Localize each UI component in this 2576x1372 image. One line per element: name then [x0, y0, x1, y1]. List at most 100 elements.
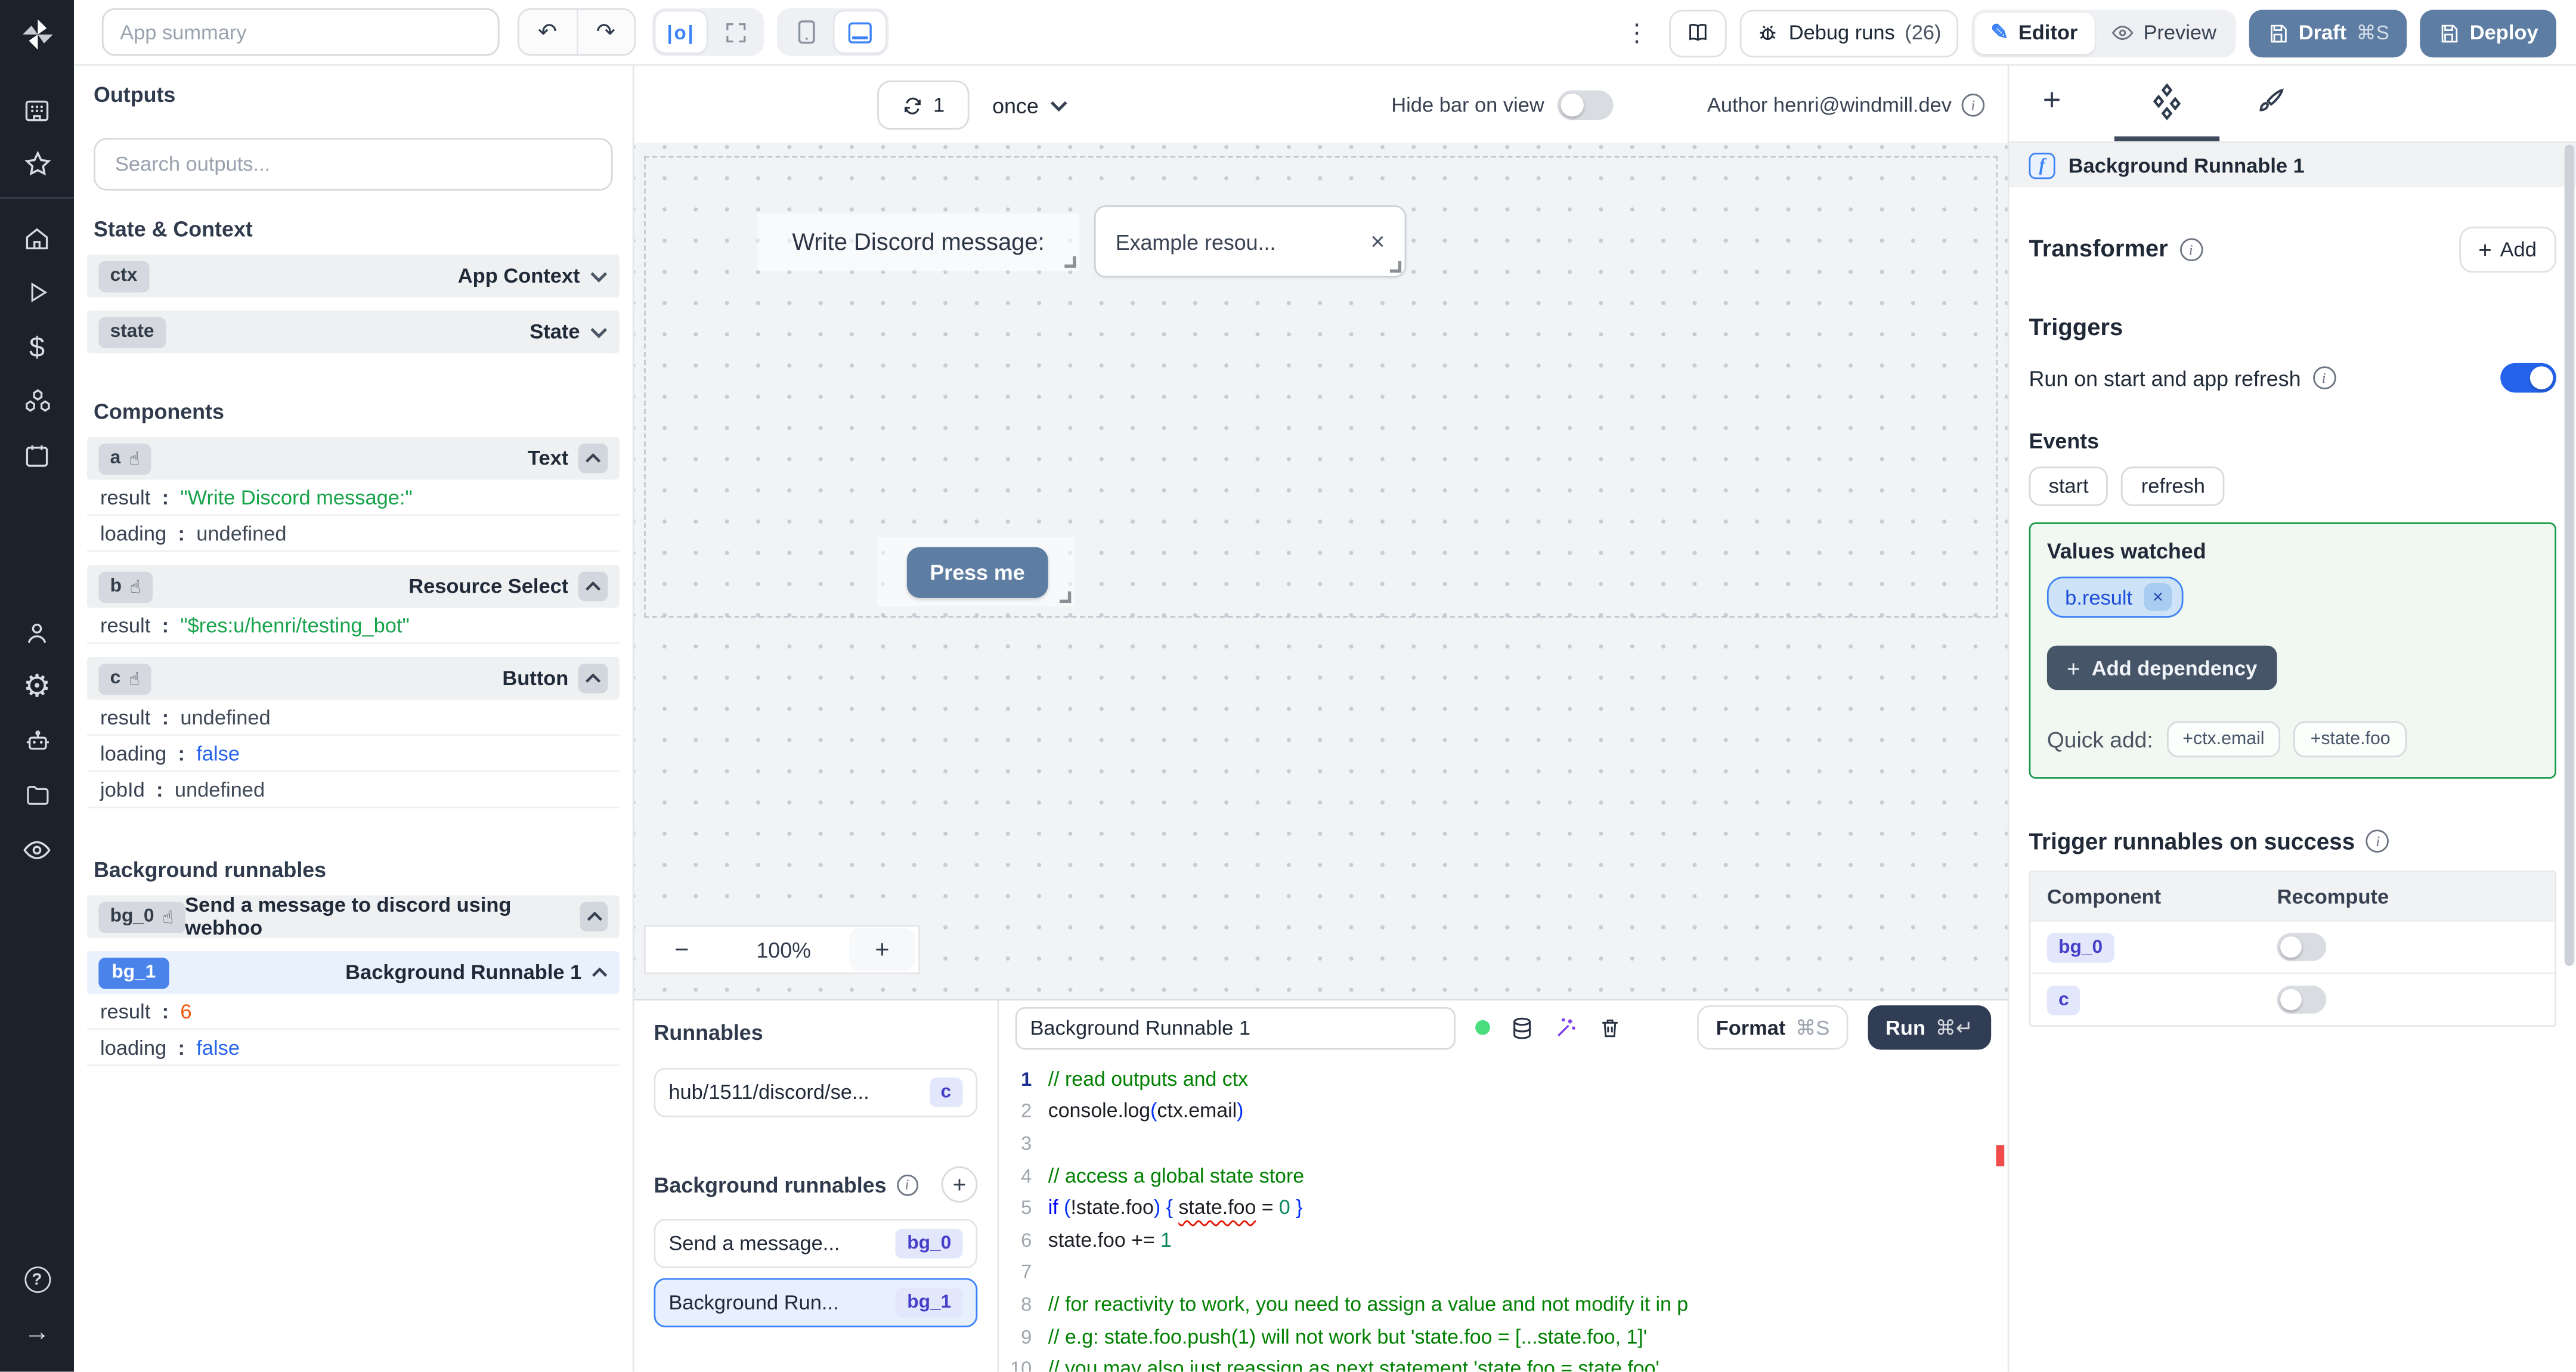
- hide-bar-toggle[interactable]: [1557, 90, 1614, 120]
- chevron-down-icon[interactable]: [590, 270, 608, 282]
- deploy-button[interactable]: Deploy: [2420, 9, 2556, 57]
- eye-icon[interactable]: [0, 826, 74, 872]
- debug-runs-button[interactable]: Debug runs (26): [1739, 9, 1958, 57]
- resize-handle[interactable]: [1060, 591, 1072, 603]
- collapse-button[interactable]: [578, 664, 608, 693]
- code-editor[interactable]: 1// read outputs and ctx 2 console.log(ct…: [999, 1055, 2008, 1371]
- zoom-in-button[interactable]: +: [849, 928, 915, 971]
- refresh-mode-dropdown[interactable]: once: [992, 80, 1068, 130]
- state-context-row-ctx[interactable]: ctx App Context: [87, 255, 620, 298]
- app-summary-input[interactable]: [101, 8, 500, 56]
- windmill-app-editor: $ ⚙ ? → ↶ ↷ |o|: [0, 0, 2576, 1372]
- collapse-button[interactable]: [578, 443, 608, 473]
- panel-scrollbar[interactable]: [2564, 144, 2575, 966]
- background-runnable-output-bg_1[interactable]: bg_1 Background Runnable 1: [87, 951, 620, 994]
- center-layout-button[interactable]: |o|: [655, 11, 707, 53]
- info-icon[interactable]: i: [2366, 829, 2390, 853]
- database-icon[interactable]: [1510, 1014, 1534, 1040]
- calendar-icon[interactable]: [0, 432, 74, 478]
- home-icon[interactable]: [0, 215, 74, 261]
- background-runnable-output-bg_0[interactable]: bg_0 ☝ Send a message to discord using we…: [87, 894, 620, 940]
- arrow-right-icon[interactable]: →: [0, 1311, 74, 1357]
- resize-handle[interactable]: [1389, 261, 1402, 273]
- code-line-7[interactable]: 7: [999, 1256, 2008, 1288]
- resize-handle[interactable]: [1064, 256, 1076, 268]
- component-output-a[interactable]: a ☝ Text: [87, 436, 620, 480]
- text-component[interactable]: Write Discord message:: [757, 213, 1080, 271]
- watched-value-chip[interactable]: b.result ×: [2046, 577, 2184, 618]
- more-menu-button[interactable]: ⋮: [1618, 18, 1655, 48]
- ai-wand-icon[interactable]: [1554, 1015, 1578, 1040]
- code-line-5[interactable]: 5 if (!state.foo) { state.foo = 0 }: [999, 1191, 2008, 1224]
- info-icon[interactable]: i: [2179, 238, 2203, 262]
- button-component-wrapper[interactable]: Press me: [877, 537, 1075, 606]
- draft-button[interactable]: Draft ⌘S: [2249, 9, 2408, 57]
- code-line-3[interactable]: 3: [999, 1128, 2008, 1160]
- windmill-logo-icon[interactable]: [16, 13, 58, 56]
- collapse-icon[interactable]: [592, 967, 608, 978]
- quick-add-pill[interactable]: +state.foo: [2294, 721, 2407, 758]
- info-icon[interactable]: i: [896, 1173, 918, 1196]
- gear-icon[interactable]: ⚙: [0, 664, 74, 710]
- folder-icon[interactable]: [0, 772, 74, 818]
- tab-insert-component[interactable]: +: [2032, 66, 2072, 138]
- recompute-toggle[interactable]: [2277, 933, 2327, 961]
- tab-component-settings[interactable]: [2137, 66, 2196, 138]
- code-line-4[interactable]: 4// access a global state store: [999, 1159, 2008, 1191]
- event-pill-start[interactable]: start: [2029, 466, 2109, 506]
- info-icon[interactable]: i: [2312, 366, 2336, 389]
- fullscreen-button[interactable]: [710, 11, 760, 52]
- add-background-runnable-button[interactable]: +: [941, 1166, 978, 1203]
- component-output-b[interactable]: b ☝ Resource Select: [87, 565, 620, 608]
- zoom-out-button[interactable]: −: [646, 936, 718, 964]
- cubes-icon[interactable]: [0, 378, 74, 424]
- search-outputs-input[interactable]: [112, 151, 595, 178]
- format-button[interactable]: Format ⌘S: [1698, 1005, 1848, 1050]
- apps-icon[interactable]: [0, 87, 74, 133]
- chevron-down-icon[interactable]: [590, 326, 608, 338]
- event-pill-refresh[interactable]: refresh: [2121, 466, 2225, 506]
- code-line-9[interactable]: 9// e.g: state.foo.push(1) will not work…: [999, 1320, 2008, 1352]
- add-dependency-button[interactable]: + Add dependency: [2046, 645, 2277, 690]
- code-line-1[interactable]: 1// read outputs and ctx: [999, 1063, 2008, 1095]
- undo-button[interactable]: ↶: [519, 10, 578, 54]
- dollar-icon[interactable]: $: [0, 324, 74, 370]
- robot-icon[interactable]: [0, 718, 74, 764]
- docs-button[interactable]: [1668, 9, 1727, 57]
- add-transformer-button[interactable]: + Add: [2459, 227, 2556, 273]
- code-line-6[interactable]: 6 state.foo += 1: [999, 1224, 2008, 1256]
- code-line-10[interactable]: 10// you may also just reassign as next …: [999, 1352, 2008, 1371]
- code-line-2[interactable]: 2 console.log(ctx.email): [999, 1095, 2008, 1128]
- resource-select-component[interactable]: Example resou... ×: [1094, 205, 1407, 278]
- star-icon[interactable]: [0, 141, 74, 187]
- help-icon[interactable]: ?: [0, 1257, 74, 1303]
- user-icon[interactable]: [0, 609, 74, 655]
- remove-chip-icon[interactable]: ×: [2144, 583, 2172, 611]
- runnable-card-c[interactable]: hub/1511/discord/se... c: [654, 1067, 978, 1117]
- collapse-button[interactable]: [578, 571, 608, 602]
- clear-selection-icon[interactable]: ×: [1370, 228, 1385, 256]
- delete-icon[interactable]: [1599, 1015, 1622, 1040]
- quick-add-pill[interactable]: +ctx.email: [2166, 721, 2281, 758]
- runnable-name-input[interactable]: [1015, 1006, 1456, 1049]
- component-output-c[interactable]: c ☝ Button: [87, 657, 620, 700]
- play-icon[interactable]: [0, 270, 74, 315]
- app-canvas[interactable]: Write Discord message: Example resou... …: [634, 143, 2008, 999]
- info-icon[interactable]: i: [1961, 94, 1985, 117]
- tab-preview[interactable]: Preview: [2094, 13, 2233, 54]
- run-on-start-toggle[interactable]: [2500, 363, 2556, 393]
- tab-editor[interactable]: ✎ Editor: [1974, 12, 2094, 54]
- redo-button[interactable]: ↷: [577, 10, 634, 54]
- recompute-toggle[interactable]: [2277, 986, 2327, 1014]
- runnable-card-bg_0[interactable]: Send a message... bg_0: [654, 1219, 978, 1268]
- press-me-button[interactable]: Press me: [906, 546, 1048, 597]
- desktop-view-button[interactable]: [834, 11, 886, 53]
- state-context-row-state[interactable]: state State: [87, 310, 620, 354]
- runnable-card-bg_1[interactable]: Background Run... bg_1: [654, 1278, 978, 1328]
- mobile-view-button[interactable]: [781, 11, 831, 52]
- tab-styling[interactable]: [2246, 66, 2295, 138]
- run-button[interactable]: Run ⌘↵: [1867, 1005, 1992, 1050]
- refresh-count-button[interactable]: 1: [877, 80, 970, 130]
- collapse-button[interactable]: [580, 902, 608, 932]
- code-line-8[interactable]: 8// for reactivity to work, you need to …: [999, 1288, 2008, 1320]
